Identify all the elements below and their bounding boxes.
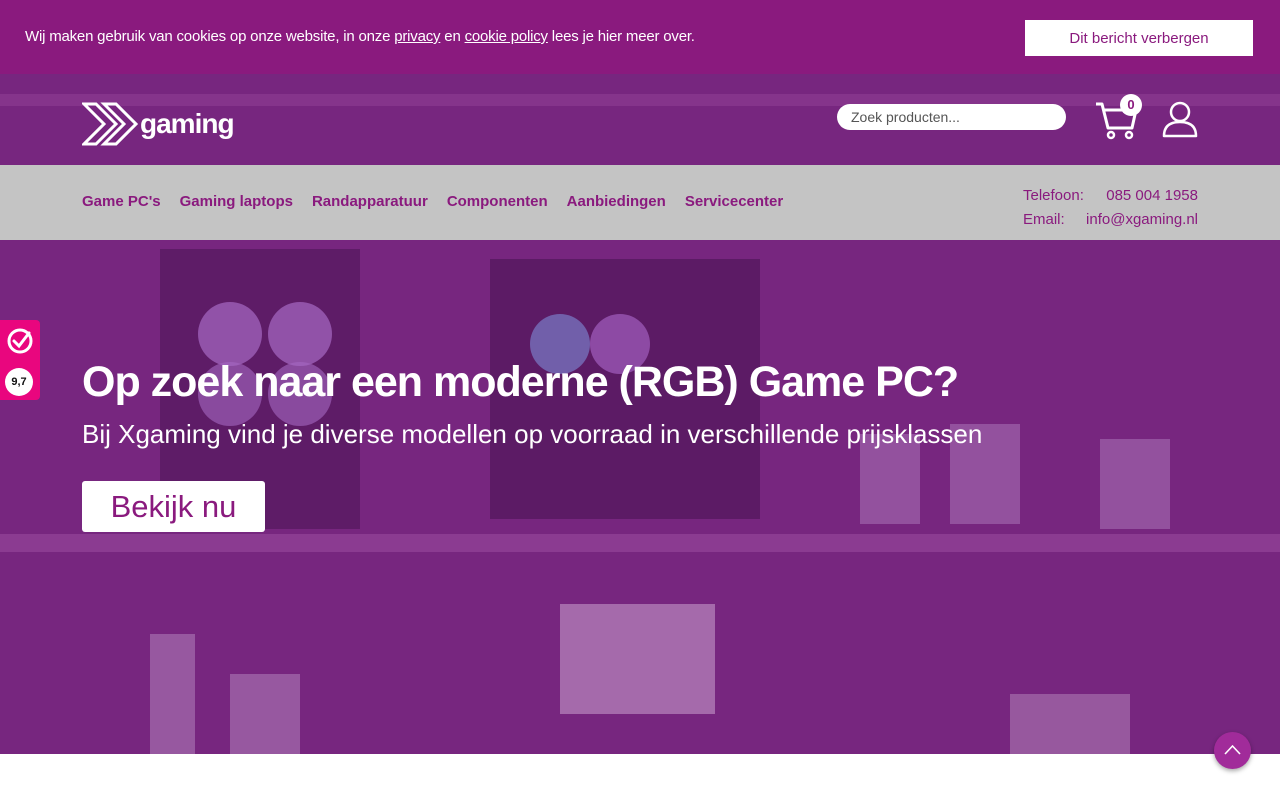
nav-menu: Game PC's Gaming laptops Randapparatuur … [82, 193, 783, 210]
main-navigation: Game PC's Gaming laptops Randapparatuur … [0, 165, 1280, 240]
cookie-bar: Wij maken gebruik van cookies op onze we… [0, 0, 1280, 74]
phone-number-link[interactable]: 085 004 1958 [1106, 187, 1198, 204]
xgaming-logo[interactable]: gaming [82, 102, 235, 146]
nav-item-servicecenter[interactable]: Servicecenter [685, 193, 783, 210]
email-link[interactable]: info@xgaming.nl [1086, 211, 1198, 228]
kiyoh-check-icon [7, 328, 33, 354]
rating-score: 9,7 [5, 368, 33, 396]
privacy-link[interactable]: privacy [394, 28, 440, 45]
cookie-text-part: Wij maken gebruik van cookies op onze we… [25, 28, 395, 45]
cookie-text-part: en [440, 28, 465, 45]
email-label: Email: [1023, 210, 1065, 228]
phone-label: Telefoon: [1023, 186, 1084, 204]
account-icon[interactable] [1161, 100, 1199, 138]
view-now-button[interactable]: Bekijk nu [82, 481, 265, 532]
contact-email-row: Email: info@xgaming.nl [1023, 207, 1198, 231]
back-to-top-button[interactable] [1214, 732, 1251, 769]
nav-item-randapparatuur[interactable]: Randapparatuur [312, 193, 428, 210]
logo-chevron-icon [82, 102, 139, 146]
chevron-up-icon [1224, 744, 1241, 755]
nav-item-aanbiedingen[interactable]: Aanbiedingen [567, 193, 666, 210]
contact-phone-row: Telefoon: 085 004 1958 [1023, 183, 1198, 207]
cart-count-badge: 0 [1120, 94, 1142, 116]
hero-title: Op zoek naar een moderne (RGB) Game PC? [82, 358, 959, 406]
hide-cookie-message-button[interactable]: Dit bericht verbergen [1025, 20, 1253, 56]
cookie-text: Wij maken gebruik van cookies op onze we… [25, 28, 695, 45]
cookie-policy-link[interactable]: cookie policy [465, 28, 548, 45]
search-input[interactable] [837, 104, 1066, 130]
rating-widget[interactable]: 9,7 [0, 320, 40, 400]
hero-subtitle: Bij Xgaming vind je diverse modellen op … [82, 419, 983, 449]
logo-text: gaming [140, 108, 235, 139]
nav-item-componenten[interactable]: Componenten [447, 193, 548, 210]
nav-item-gaming-laptops[interactable]: Gaming laptops [180, 193, 293, 210]
contact-info: Telefoon: 085 004 1958 Email: info@xgami… [1023, 183, 1198, 231]
cookie-text-part: lees je hier meer over. [547, 28, 695, 45]
nav-item-game-pcs[interactable]: Game PC's [82, 193, 161, 210]
